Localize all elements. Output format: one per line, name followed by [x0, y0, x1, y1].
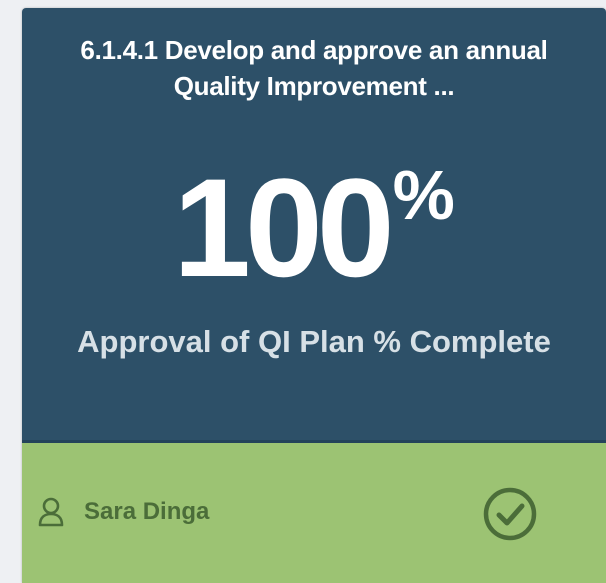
- kpi-value-group: 100%: [22, 158, 606, 298]
- kpi-card-header: 6.1.4.1 Develop and approve an annual Qu…: [22, 8, 606, 443]
- kpi-unit: %: [392, 156, 455, 234]
- check-circle-icon[interactable]: [482, 486, 538, 542]
- kpi-value: 100: [173, 149, 395, 306]
- kpi-label: Approval of QI Plan % Complete: [77, 324, 551, 359]
- kpi-page: 6.1.4.1 Develop and approve an annual Qu…: [0, 0, 606, 583]
- owner: Sara Dinga: [38, 492, 209, 532]
- person-icon: [38, 497, 64, 527]
- kpi-title: 6.1.4.1 Develop and approve an annual Qu…: [80, 35, 548, 101]
- owner-name: Sara Dinga: [84, 498, 210, 525]
